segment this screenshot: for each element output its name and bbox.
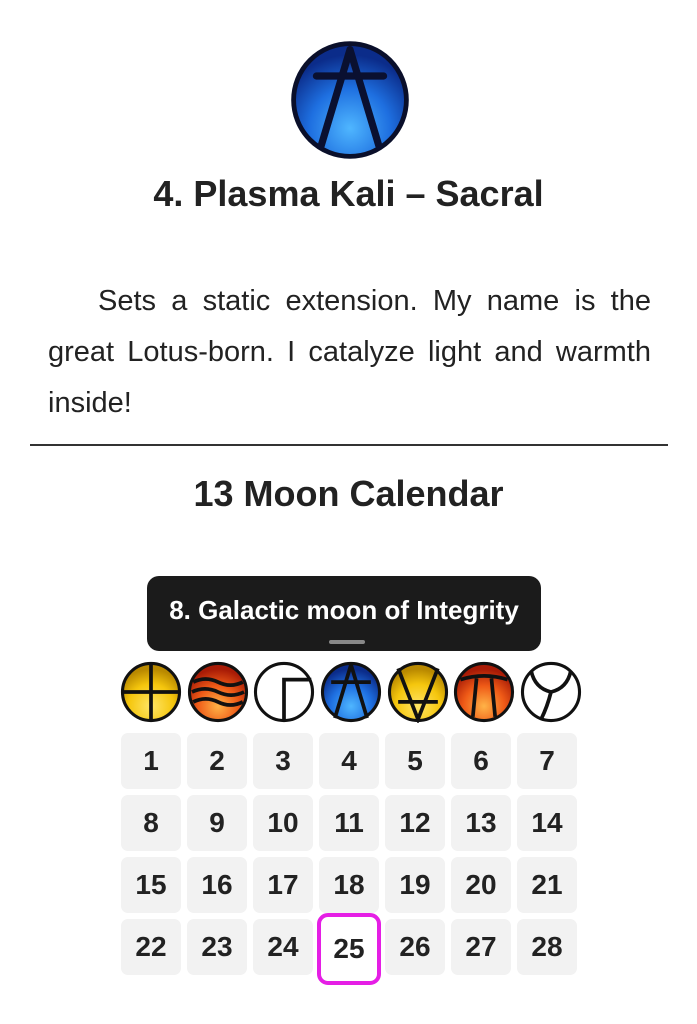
calendar-day[interactable]: 2	[187, 733, 247, 789]
calendar-day[interactable]: 10	[253, 795, 313, 851]
calendar-title: 13 Moon Calendar	[193, 473, 504, 514]
calendar-day[interactable]: 3	[253, 733, 313, 789]
calendar-day[interactable]: 23	[187, 919, 247, 975]
calendar-day[interactable]: 20	[451, 857, 511, 913]
dali-plasma-icon	[120, 661, 182, 723]
calendar-day[interactable]: 6	[451, 733, 511, 789]
limi-plasma-icon	[453, 661, 515, 723]
calendar-day[interactable]: 26	[385, 919, 445, 975]
kali-plasma-icon	[290, 40, 410, 160]
calendar-day[interactable]: 4	[319, 733, 379, 789]
calendar-day[interactable]: 14	[517, 795, 577, 851]
silio-plasma-icon	[520, 661, 582, 723]
calendar-day[interactable]: 27	[451, 919, 511, 975]
drag-handle[interactable]	[329, 640, 365, 644]
alpha-plasma-icon	[387, 661, 449, 723]
plasma-description: Sets a static extension. My name is the …	[48, 285, 651, 419]
calendar-day[interactable]: 16	[187, 857, 247, 913]
calendar-day[interactable]: 11	[319, 795, 379, 851]
calendar-day[interactable]: 21	[517, 857, 577, 913]
calendar-day[interactable]: 13	[451, 795, 511, 851]
calendar-day-selected[interactable]: 25	[317, 913, 381, 985]
calendar-grid: 1 2 3 4 5 6 7 8 9 10 11 12 13 14 15 16 17 18 19 20 21 22 23 24 2…	[121, 733, 577, 985]
calendar-day[interactable]: 18	[319, 857, 379, 913]
gamma-plasma-icon	[253, 661, 315, 723]
seli-plasma-icon	[187, 661, 249, 723]
calendar-day[interactable]: 7	[517, 733, 577, 789]
calendar-day[interactable]: 9	[187, 795, 247, 851]
calendar-day[interactable]: 5	[385, 733, 445, 789]
plasma-row	[120, 661, 582, 723]
calendar-day[interactable]: 28	[517, 919, 577, 975]
kali-plasma-icon	[320, 661, 382, 723]
calendar-day[interactable]: 19	[385, 857, 445, 913]
calendar-day[interactable]: 12	[385, 795, 445, 851]
calendar-day[interactable]: 15	[121, 857, 181, 913]
plasma-title: 4. Plasma Kali – Sacral	[153, 173, 544, 214]
calendar-day[interactable]: 8	[121, 795, 181, 851]
calendar-day[interactable]: 17	[253, 857, 313, 913]
calendar-day[interactable]: 24	[253, 919, 313, 975]
divider	[30, 444, 668, 446]
calendar-day[interactable]: 1	[121, 733, 181, 789]
moon-tooltip-label: 8. Galactic moon of Integrity	[169, 595, 519, 625]
calendar-day[interactable]: 22	[121, 919, 181, 975]
